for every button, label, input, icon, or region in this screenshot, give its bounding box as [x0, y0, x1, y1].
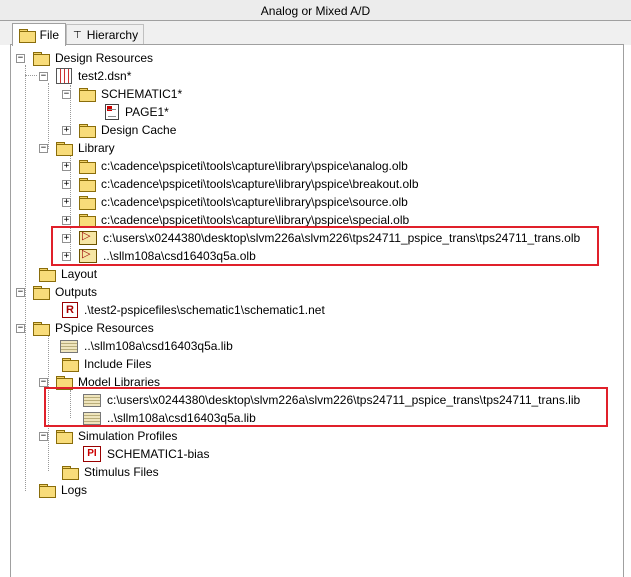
tree-label: Design Resources: [55, 51, 154, 65]
collapse-icon[interactable]: −: [39, 71, 48, 81]
collapse-icon[interactable]: −: [62, 89, 71, 99]
expand-icon[interactable]: +: [62, 197, 71, 207]
tree-item-logs[interactable]: Logs: [39, 481, 87, 499]
tree-label: SCHEMATIC1-bias: [107, 447, 210, 461]
tree-item-include-files[interactable]: Include Files: [62, 355, 151, 373]
folder-icon: [79, 159, 96, 174]
tree-label: c:\cadence\pspiceti\tools\capture\librar…: [101, 177, 419, 191]
tree-label: test2.dsn*: [78, 69, 132, 83]
highlight-box-libraries: [51, 226, 599, 266]
tree-item-design-resources[interactable]: − Design Resources: [16, 49, 153, 67]
tree-item-page[interactable]: PAGE1*: [105, 103, 169, 121]
tree-item-lib-source[interactable]: + c:\cadence\pspiceti\tools\capture\libr…: [62, 193, 408, 211]
simulation-profile-icon: PI: [83, 446, 101, 462]
window-title: Analog or Mixed A/D: [260, 4, 371, 18]
hierarchy-icon: ⊤: [73, 29, 82, 41]
tree-label: ..\sllm108a\csd16403q5a.lib: [84, 339, 233, 353]
tree-item-lib-analog[interactable]: + c:\cadence\pspiceti\tools\capture\libr…: [62, 157, 408, 175]
tree-item-schematic[interactable]: − SCHEMATIC1*: [62, 85, 182, 103]
folder-icon: [79, 177, 96, 192]
tree-item-simulation-profiles[interactable]: − Simulation Profiles: [39, 427, 177, 445]
folder-icon: [79, 195, 96, 210]
tree-label: Design Cache: [101, 123, 177, 137]
collapse-icon[interactable]: −: [39, 431, 48, 441]
tab-hierarchy-label: Hierarchy: [86, 28, 139, 42]
folder-open-icon: [33, 321, 50, 336]
tree-item-library[interactable]: − Library: [39, 139, 115, 157]
model-library-icon: [60, 339, 78, 353]
tree-item-dsn[interactable]: − test2.dsn*: [39, 67, 131, 85]
tree-label: c:\cadence\pspiceti\tools\capture\librar…: [101, 195, 408, 209]
tab-file-label: File: [39, 28, 59, 42]
tree-label: SCHEMATIC1*: [101, 87, 183, 101]
expand-icon[interactable]: +: [62, 179, 71, 189]
tree-item-pspice-resources[interactable]: − PSpice Resources: [16, 319, 154, 337]
tree-item-profile[interactable]: PI SCHEMATIC1-bias: [83, 445, 209, 463]
tab-hierarchy[interactable]: ⊤ Hierarchy: [66, 24, 144, 45]
expand-icon[interactable]: +: [62, 125, 71, 135]
tree-label: Layout: [61, 267, 98, 281]
folder-open-icon: [33, 285, 50, 300]
collapse-icon[interactable]: −: [39, 377, 48, 387]
tree-label: Include Files: [84, 357, 152, 371]
schematic-page-icon: [105, 104, 119, 120]
tree-label: c:\cadence\pspiceti\tools\capture\librar…: [101, 213, 410, 227]
tree-label: PAGE1*: [125, 105, 169, 119]
tree-item-lib-breakout[interactable]: + c:\cadence\pspiceti\tools\capture\libr…: [62, 175, 419, 193]
tree-label: Simulation Profiles: [78, 429, 178, 443]
tree-label: c:\cadence\pspiceti\tools\capture\librar…: [101, 159, 408, 173]
schematic-folder-icon: [79, 87, 96, 102]
folder-icon: [19, 28, 36, 43]
title-bar: Analog or Mixed A/D: [0, 0, 631, 21]
tree-item-stimulus-files[interactable]: Stimulus Files: [62, 463, 159, 481]
folder-icon: [79, 213, 96, 228]
design-file-icon: [56, 68, 72, 84]
collapse-icon[interactable]: −: [16, 287, 25, 297]
tree-label: Logs: [61, 483, 88, 497]
collapse-icon[interactable]: −: [16, 323, 25, 333]
netlist-file-icon: R: [62, 302, 78, 318]
folder-icon: [79, 123, 96, 138]
tab-file[interactable]: File: [12, 23, 66, 46]
tree-item-layout[interactable]: Layout: [39, 265, 97, 283]
expand-icon[interactable]: +: [62, 215, 71, 225]
tree-label: Library: [78, 141, 115, 155]
folder-icon: [39, 483, 56, 498]
folder-icon: [39, 267, 56, 282]
collapse-icon[interactable]: −: [39, 143, 48, 153]
folder-open-icon: [33, 51, 50, 66]
tree-label: .\test2-pspicefiles\schematic1\schematic…: [84, 303, 325, 317]
collapse-icon[interactable]: −: [16, 53, 25, 63]
folder-icon: [62, 357, 79, 372]
tree-item-design-cache[interactable]: + Design Cache: [62, 121, 176, 139]
tree-label: PSpice Resources: [55, 321, 154, 335]
folder-open-icon: [56, 429, 73, 444]
tree-label: Outputs: [55, 285, 98, 299]
tree-item-netlist[interactable]: R .\test2-pspicefiles\schematic1\schemat…: [62, 301, 325, 319]
highlight-box-models: [44, 387, 608, 427]
tree-item-pspice-lib[interactable]: ..\sllm108a\csd16403q5a.lib: [60, 337, 233, 355]
expand-icon[interactable]: +: [62, 161, 71, 171]
tree-item-outputs[interactable]: − Outputs: [16, 283, 97, 301]
tree-label: Stimulus Files: [84, 465, 159, 479]
tab-strip: File ⊤ Hierarchy: [0, 21, 631, 46]
folder-icon: [62, 465, 79, 480]
folder-open-icon: [56, 141, 73, 156]
project-tree: − Design Resources − test2.dsn* − SCHEMA…: [10, 44, 624, 577]
